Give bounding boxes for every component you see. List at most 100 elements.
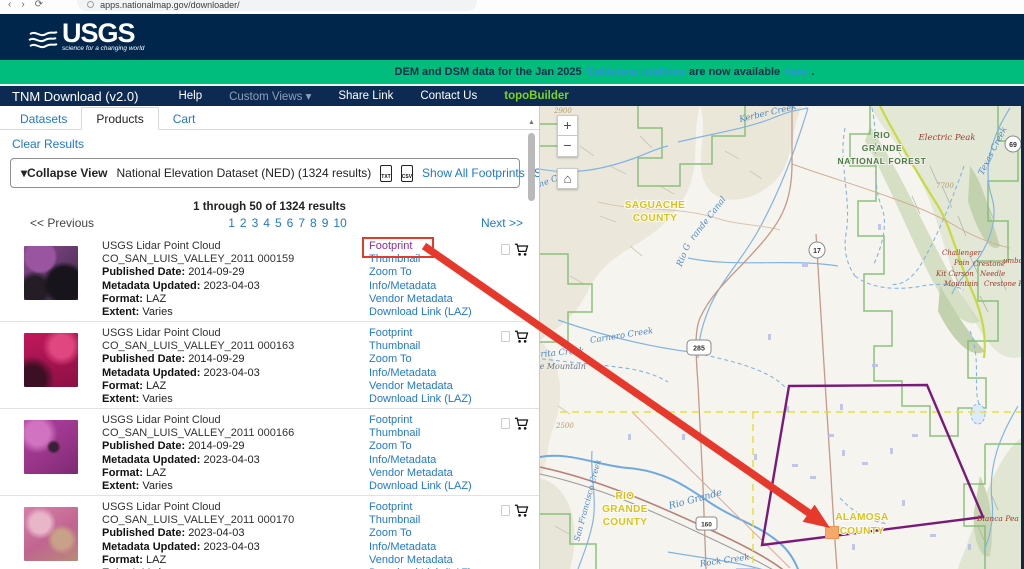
back-icon[interactable]: ‹	[8, 0, 11, 10]
page-link[interactable]: 1	[228, 216, 235, 230]
scrollbar-thumb[interactable]	[528, 133, 535, 201]
metadata-updated: 2023-04-03	[203, 541, 259, 553]
county-label: SAGUACHE	[625, 200, 685, 211]
footprint-link[interactable]: Footprint	[369, 240, 412, 252]
footprint-link[interactable]: Footprint	[369, 414, 487, 427]
nav-help[interactable]: Help	[178, 90, 202, 102]
info-metadata-link[interactable]: Info/Metadata	[369, 280, 487, 293]
zoom-to-link[interactable]: Zoom To	[369, 527, 487, 540]
tab-datasets[interactable]: Datasets	[6, 108, 81, 129]
forward-icon[interactable]: ›	[21, 0, 24, 10]
preview-icon	[501, 505, 510, 516]
creek-label: San Francisco Creek	[572, 458, 603, 542]
thumbnail-link[interactable]: Thumbnail	[369, 427, 487, 440]
contour-label: 7700	[936, 182, 954, 190]
thumbnail-link[interactable]: Thumbnail	[369, 340, 487, 353]
page-link[interactable]: 6	[287, 216, 294, 230]
page-link[interactable]: 2	[240, 216, 247, 230]
peak-label: Needle	[979, 270, 1005, 278]
result-row: USGS Lidar Point Cloud CO_SAN_LUIS_VALLE…	[0, 496, 539, 569]
pagination: << Previous 123456789 10 Next >>	[0, 216, 539, 230]
export-txt-icon[interactable]: TXT	[380, 165, 391, 182]
download-link[interactable]: Download Link (LAZ)	[369, 306, 487, 319]
next-page-link[interactable]: Next >>	[481, 216, 523, 230]
map-canvas[interactable]: 17 285 160 69 2900 2500 7700 Kerber Cree…	[540, 106, 1024, 569]
panel-scrollbar[interactable]: ▲	[526, 119, 537, 569]
vendor-metadata-link[interactable]: Vendor Metadata	[369, 380, 487, 393]
page-link[interactable]: 5	[275, 216, 282, 230]
vendor-metadata-link[interactable]: Vendor Metadata	[369, 467, 487, 480]
banner-here-link[interactable]: here	[784, 66, 807, 78]
page-link[interactable]: 8	[310, 216, 317, 230]
reload-icon[interactable]: ⟳	[35, 0, 43, 10]
usgs-logo[interactable]: USGS science for a changing world	[28, 22, 144, 52]
result-row: USGS Lidar Point Cloud CO_SAN_LUIS_VALLE…	[0, 322, 539, 409]
county-label: COUNTY	[603, 517, 648, 528]
page-link[interactable]: 3	[252, 216, 259, 230]
nav-contact-us[interactable]: Contact Us	[420, 90, 477, 102]
footprint-link[interactable]: Footprint	[369, 327, 487, 340]
zoom-to-link[interactable]: Zoom To	[369, 440, 487, 453]
app-title: TNM Download (v2.0)	[12, 89, 138, 104]
show-all-footprints-link[interactable]: Show All Footprints	[422, 166, 525, 180]
county-label: GRANDE	[602, 504, 648, 515]
download-link[interactable]: Download Link (LAZ)	[369, 480, 487, 493]
collapse-view-toggle[interactable]: ▾Collapse View	[21, 166, 108, 180]
peak-label: Crestone	[973, 260, 1005, 268]
thumbnail-link[interactable]: Thumbnail	[369, 253, 487, 266]
format: LAZ	[146, 554, 166, 566]
banner-wildfires-link[interactable]: California wildfires	[587, 66, 685, 78]
county-label: RIO	[616, 491, 635, 502]
page-link[interactable]: 4	[263, 216, 270, 230]
result-thumbnail[interactable]	[24, 420, 78, 474]
footprint-link[interactable]: Footprint	[369, 501, 487, 514]
map-svg[interactable]: 17 285 160 69 2900 2500 7700 Kerber Cree…	[540, 106, 1024, 569]
nav-custom-views[interactable]: Custom Views ▾	[229, 89, 311, 103]
info-metadata-link[interactable]: Info/Metadata	[369, 541, 487, 554]
vendor-metadata-link[interactable]: Vendor Metadata	[369, 554, 487, 567]
result-title: USGS Lidar Point Cloud CO_SAN_LUIS_VALLE…	[102, 414, 369, 440]
creek-label: Carnero Creek	[589, 326, 654, 346]
info-metadata-link[interactable]: Info/Metadata	[369, 367, 487, 380]
metadata-updated: 2023-04-03	[203, 280, 259, 292]
banner-text-mid: are now available	[689, 66, 780, 78]
published-date: 2014-09-29	[188, 266, 244, 278]
page-number-links: 123456789 10	[94, 216, 481, 230]
zoom-to-link[interactable]: Zoom To	[369, 266, 487, 279]
usgs-logo-text: USGS	[62, 22, 144, 44]
zoom-out-button[interactable]: −	[557, 136, 578, 157]
export-csv-icon[interactable]: CSV	[401, 165, 413, 182]
format: LAZ	[146, 467, 166, 479]
result-thumbnail[interactable]	[24, 333, 78, 387]
tab-products[interactable]: Products	[81, 107, 158, 130]
result-thumbnail[interactable]	[24, 246, 78, 300]
peak-label: Poin	[953, 259, 970, 267]
extent: Varies	[142, 480, 172, 492]
dataset-summary: National Elevation Dataset (NED) (1324 r…	[117, 166, 372, 180]
scrollbar-up-arrow[interactable]: ▲	[526, 119, 537, 131]
page-link[interactable]: 7	[298, 216, 305, 230]
vendor-metadata-link[interactable]: Vendor Metadata	[369, 293, 487, 306]
address-bar[interactable]: apps.nationalmap.gov/downloader/	[77, 0, 477, 11]
info-metadata-link[interactable]: Info/Metadata	[369, 454, 487, 467]
download-link[interactable]: Download Link (LAZ)	[369, 393, 487, 406]
result-thumbnail[interactable]	[24, 507, 78, 561]
home-extent-button[interactable]: ⌂	[557, 168, 578, 189]
zoom-in-button[interactable]: +	[557, 115, 578, 136]
tab-cart[interactable]: Cart	[159, 108, 210, 129]
usgs-header: USGS science for a changing world	[0, 14, 1024, 60]
page-link[interactable]: 9	[322, 216, 329, 230]
route-160-shield: 160	[701, 522, 712, 529]
thumbnail-link[interactable]: Thumbnail	[369, 514, 487, 527]
county-label: COUNTY	[840, 526, 885, 537]
dataset-header-bar: ▾Collapse View National Elevation Datase…	[10, 158, 520, 188]
nav-share-link[interactable]: Share Link	[338, 90, 393, 102]
selected-tile-marker[interactable]	[826, 527, 839, 539]
route-17-shield: 17	[813, 248, 821, 255]
url-text[interactable]: apps.nationalmap.gov/downloader/	[100, 0, 240, 10]
page-link[interactable]: 10	[333, 216, 346, 230]
nav-topobuilder[interactable]: topoBuilder	[504, 90, 569, 102]
previous-page-link[interactable]: << Previous	[30, 216, 94, 230]
zoom-to-link[interactable]: Zoom To	[369, 353, 487, 366]
clear-results-link[interactable]: Clear Results	[12, 137, 84, 151]
